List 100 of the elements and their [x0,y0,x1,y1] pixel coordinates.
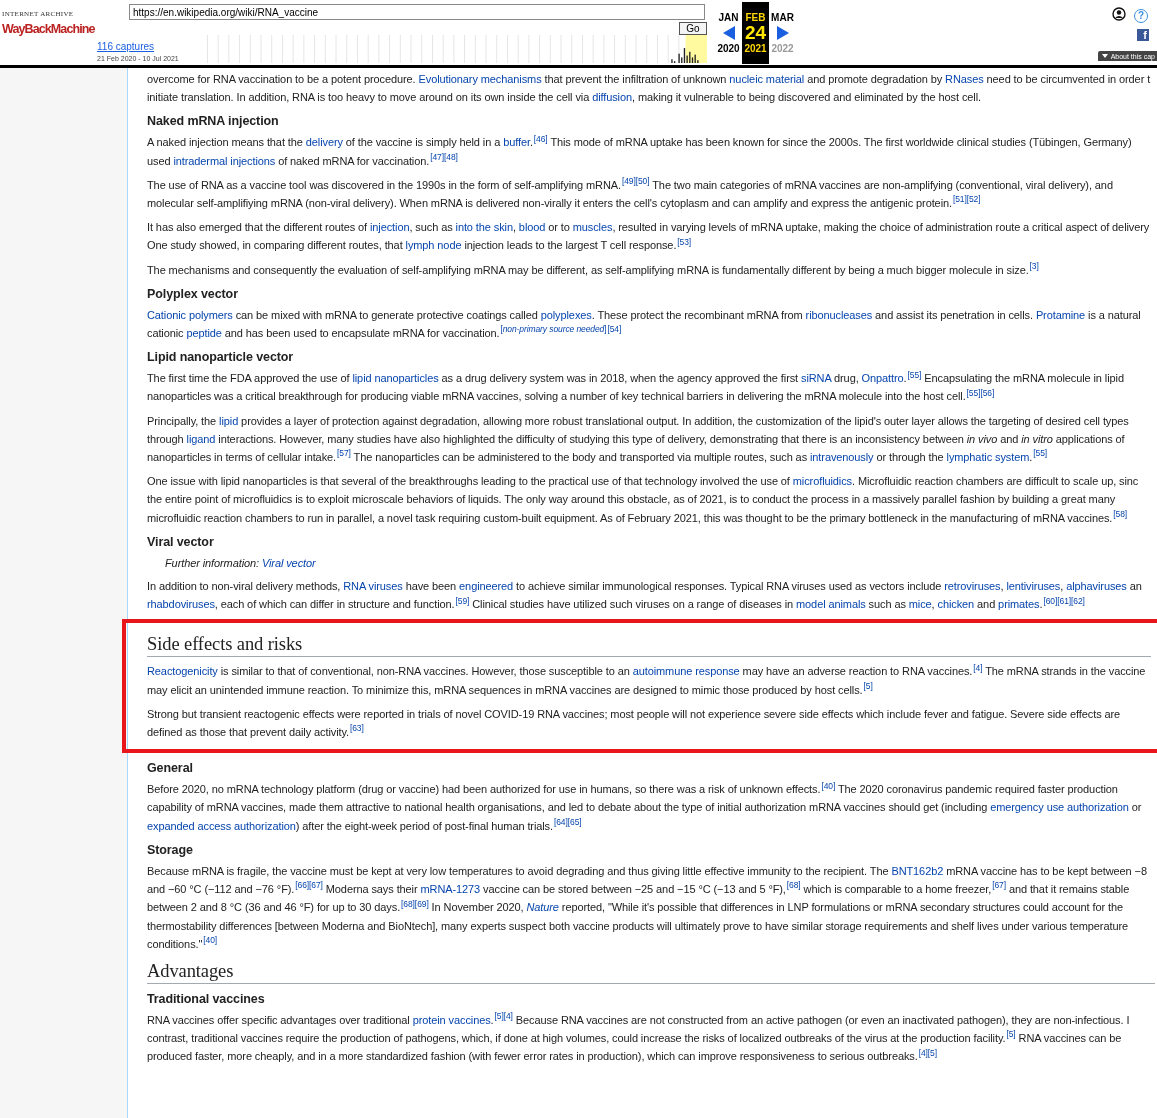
article-link[interactable]: peptide [186,327,222,340]
wayback-logo[interactable]: WayBackMachine [2,22,95,36]
citation-link[interactable]: [59] [455,595,470,606]
section-heading: Advantages [147,958,1155,984]
year-link[interactable]: 2021 [744,43,767,54]
article-link[interactable]: ribonucleases [805,308,873,321]
article-link[interactable]: protein vaccines [412,1013,491,1026]
subsection-heading: Storage [147,841,194,859]
subsection-heading: Traditional vaccines [147,990,266,1008]
article-link[interactable]: mRNA-1273 [420,883,481,896]
paragraph: The mechanisms and consequently the evaluation of self-amplifying mRNA may be different, as self-amplifying mRNA is fundamentally different by being a much bigger molecule in size.$^{[3]}$ [147,260,1040,278]
citation-link[interactable]: [63] [350,723,364,734]
article-link[interactable]: expanded access authorization [147,819,296,832]
article-link[interactable]: Onpattro [861,372,904,385]
article-link[interactable]: Evolutionary mechanisms [418,73,542,85]
citation-link[interactable]: [non-primary source needed] [500,324,607,335]
month-link[interactable]: JAN [718,2,739,23]
subsection-heading: General [147,760,194,778]
citation-link[interactable]: [60][61][62] [1043,595,1085,606]
article-link[interactable]: delivery [305,136,343,149]
article-link[interactable]: intravenously [810,451,874,464]
url-field[interactable]: https://en.wikipedia.org/wiki/RNA_vaccine [129,4,705,20]
citation-link[interactable]: [64][65] [554,817,582,828]
article-link[interactable]: lymph node [405,239,462,252]
paragraph: Because mRNA is fragile, the vaccine must be kept at very low temperatures to avoid degrading and thus giving little effective immunity to the recipient. The BNT162b2 mRNA vaccine has to be kept between −8 and −60 °C (−112 and −76 °F).$^{[66][67]}$ Moderna says their mRNA-1273 vaccine can be stored between −25 and −15 °C (−13 and 5 °F),$^{[68]}$ which is comparable to a home freezer,$^{[67]}$ and that it remains stable between 2 and 8 °C (36 and 46 °F) for up to 30 days.$^{[68][69]}$ In November 2020, Nature reported, "While it's possible that differences in LNP formulations or mRNA secondary structures could account for the thermostability differences [between Moderna and BioNtech], many experts suspect both vaccine products will ultimately prove to have similar storage requirements and shelf lives under various temperature conditions."$^{[40]}$ [147,863,1148,952]
paragraph: RNA vaccines offer specific advantages over traditional protein vaccines.$^{[5][4]}$ Because RNA vaccines are not constructed from an active pathogen (or even an inactivated pathogen), they are non-infectious. I contrast, traditional vaccines require the production of pathogens, which, if done at high volumes, could increase the risks of localized outbreaks of the virus at the production facility.$^{[5]}$ RNA vaccines can be produced faster, more cheaply, and in a more standardized fashion (with fewer error rates in production), which can improve responsiveness to serious outbreaks.$^{[4][5]}$ [147,1010,1131,1065]
article-link[interactable]: emergency use authorization [990,801,1129,814]
citation-link[interactable]: [40] [821,780,836,791]
citation-link[interactable]: [57] [337,448,351,459]
citation-link[interactable]: [5] [1006,1029,1016,1040]
article-link[interactable]: lipid [219,414,239,427]
section-heading: Side effects and risks [147,632,1151,658]
citation-link[interactable]: [55][56] [966,387,995,398]
article-link[interactable]: model animals [796,598,866,611]
article-link[interactable]: ligand [186,432,216,445]
article-link[interactable]: BNT162b2 [891,864,944,877]
citation-link[interactable]: [5] [863,681,873,691]
subsection-heading: Naked mRNA injection [147,113,280,131]
article-link[interactable]: Nature [526,901,559,914]
article-link[interactable]: chicken [937,598,975,611]
paragraph: overcome for RNA vaccination to be a potent procedure. Evolutionary mechanisms that prevent the infiltration of unknown nucleic material and promote degradation by RNases need to be circumvented in order t initiate translation. In addition, RNA is too heavy to move around on its own inside the cell via diffusion, making it vulnerable to being discovered and eliminated by the host cell. [147,72,1152,106]
next-arrow-icon[interactable] [776,23,789,43]
citation-link[interactable]: [4][5] [918,1047,937,1058]
article-link[interactable]: diffusion [592,91,632,104]
article-link[interactable]: engineered [459,580,514,593]
subsection-heading: Lipid nanoparticle vector [147,349,295,367]
article-link[interactable]: into the skin [455,221,513,234]
article-link[interactable]: buffer [503,136,530,149]
article-link[interactable]: autoimmune response [632,665,740,678]
article-link[interactable]: microfluidics [792,475,852,488]
article-link[interactable]: blood [518,221,546,234]
citation-link[interactable]: [67] [992,880,1006,891]
citation-link[interactable]: [53] [677,236,692,247]
year-link[interactable]: 2020 [717,43,740,54]
month-link[interactable]: FEB [745,2,766,23]
article-link[interactable]: siRNA [801,372,832,385]
citation-link[interactable]: [55] [907,369,922,380]
citation-link[interactable]: [54] [607,324,622,335]
subsection-heading: Viral vector [147,533,215,551]
article-link[interactable]: polyplexes [540,308,592,321]
citation-link[interactable]: [51][52] [952,194,981,205]
citation-link[interactable]: [3] [1029,260,1039,271]
article-link[interactable]: nucleic material [729,73,805,85]
citation-link[interactable]: [4] [973,662,983,673]
paragraph: One issue with lipid nanoparticles is that several of the breakthroughs leading to the practical use of that technology involved the use of microfluidics. Microfluidic reaction chambers are difficult to scale up, sinc the entire point of microfluidics is to exploit microscale behaviors of liquids. The only way around this obstacle, as of 2021, is to conduct the process in a massively parallel fashion by building a great many microfluidic reaction chambers to run in parallel, a novel task requiring custom-built equipment. As of February 2021, this was thought to be the primary bottleneck in the manufacturing of mRNA vaccines.$^{[58]}$ [147,474,1140,526]
subsection-heading: Polyplex vector [147,285,239,303]
article-link[interactable]: Viral vector [261,556,316,569]
citation-link[interactable]: [66][67] [295,880,323,891]
go-button[interactable]: Go [679,22,707,35]
citation-link[interactable]: [5][4] [494,1011,513,1022]
article-link[interactable]: RNA viruses [343,580,403,593]
citation-link[interactable]: [68] [786,880,801,891]
citation-link[interactable]: [58] [1113,509,1128,519]
citation-link[interactable]: [68][69] [401,898,429,909]
month-link[interactable]: MAR [771,2,794,23]
article-link[interactable]: Cationic polymers [147,308,233,321]
paragraph: Principally, the lipid provides a layer of protection against degradation, allowing more robust translational output. In addition, the customization of the lipid's outer layer allows the targeting of desired cell types through ligand interactions. However, many studies have also highlighted the difficulty of studying this type of delivery, demonstrating that there is an inconsistency between in vivo and in vitro applications of nanoparticles in terms of cellular intake.$^{[57]}$ The nanoparticles can be administered to the body and transported via multiple routes, such as intravenously or through the lymphatic system.$^{[55]}$ [147,413,1130,466]
citation-link[interactable]: [55] [1033,448,1048,459]
citation-link[interactable]: [46] [533,133,548,144]
citation-link[interactable]: [40] [203,935,218,946]
day-number: 24 [744,23,767,43]
article-link[interactable]: retroviruses [944,580,1001,593]
article-link[interactable]: intradermal injections [173,154,276,167]
paragraph: The first time the FDA approved the use of lipid nanoparticles as a drug delivery system was in 2018, when the agency approved the first siRNA drug, Onpattro.$^{[55]}$ Encapsulating the mRNA molecule in lipid nanoparticles was a critical breakthrough for producing viable mRNA vaccines, solving a number of key technical barriers in delivering the mRNA molecule into the host cell.$^{[55][56]}$ [147,369,1125,405]
caret-icon [1101,54,1108,58]
captures-link[interactable]: 116 captures [97,41,155,52]
paragraph: It has also emerged that the different routes of injection, such as into the skin, blood or to muscles, resulted in varying levels of mRNA uptake, making the choice of administration route a critical aspect of delivery One study showed, in comparing different routes, that lymph node injection leads to the largest T cell response.$^{[53]}$ [147,220,1151,254]
article-link[interactable]: primates [998,598,1040,611]
article-link[interactable]: mice [908,598,932,611]
citation-link[interactable]: [47][48] [430,151,458,162]
article-link[interactable]: RNases [945,73,984,85]
paragraph: Strong but transient reactogenic effects were reported in trials of novel COVID-19 RNA vaccines; most people will not experience severe side effects which include fever and fatigue. Severe side effects are defined as those that prevent daily activity.$^{[63]}$ [147,706,1122,741]
facebook-icon[interactable]: f [1137,29,1149,41]
citation-link[interactable]: [49][50] [621,176,650,187]
article-link[interactable]: lipid nanoparticles [352,372,439,385]
article-link[interactable]: Protamine [1035,308,1086,321]
article-link[interactable]: rhabdoviruses [147,598,215,611]
article-link[interactable]: alphaviruses [1066,580,1127,593]
article-link[interactable]: Reactogenicity [147,665,218,678]
previous-arrow-icon[interactable] [722,23,735,43]
